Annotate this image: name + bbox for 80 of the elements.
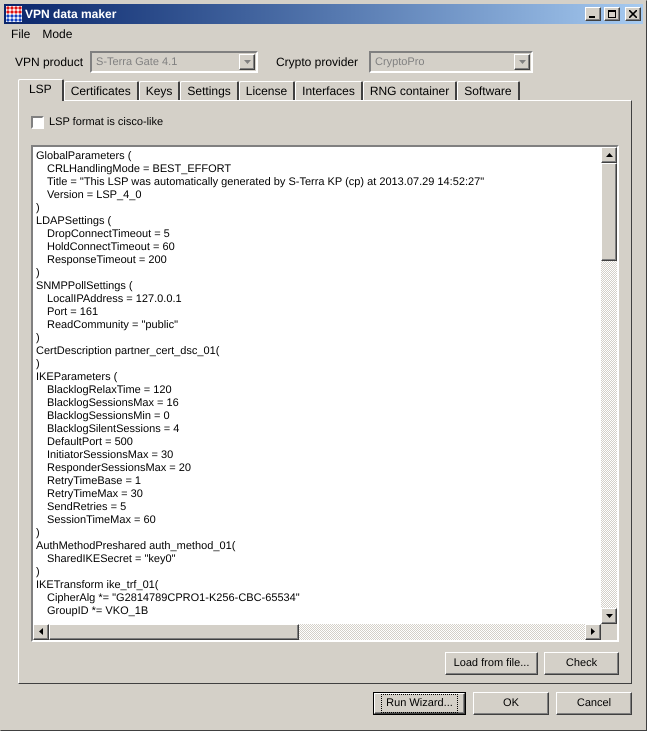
maximize-icon	[608, 10, 616, 18]
lsp-text-area[interactable]	[31, 144, 619, 642]
code-line: Version = LSP_4_0	[46, 188, 142, 202]
code-line: RetryTimeMax = 30	[46, 488, 143, 500]
dialog-button[interactable]: OK	[473, 692, 549, 715]
close-icon	[629, 10, 637, 18]
code-line: SharedIKESecret = "key0"	[46, 552, 176, 566]
code-line: ReadCommunity = "public"	[46, 318, 178, 332]
code-line: DefaultPort = 500	[46, 436, 133, 448]
code-line: )	[36, 358, 40, 370]
scroll-arrow-button[interactable]	[585, 624, 601, 640]
code-line: GlobalParameters (	[36, 150, 132, 162]
code-line: SNMPPollSettings (	[36, 280, 133, 292]
code-line: CRLHandlingMode = BEST_EFFORT	[46, 162, 232, 176]
code-line: BlacklogRelaxTime = 120	[46, 384, 172, 396]
caret-icon	[518, 60, 526, 64]
arrow-left-icon	[39, 628, 43, 635]
dialog-button[interactable]: Load from file...	[445, 652, 538, 674]
code-line: )	[36, 202, 40, 214]
code-line: RetryTimeBase = 1	[46, 474, 142, 488]
code-line: )	[36, 526, 40, 540]
tab[interactable]: LSP	[18, 79, 64, 101]
combo-value: S-Terra Gate 4.1	[95, 54, 178, 70]
code-line: Port = 161	[46, 306, 98, 318]
code-line: BlacklogSilentSessions = 4	[46, 422, 180, 436]
code-line: AuthMethodPreshared auth_method_01(	[36, 540, 236, 552]
dialog-button[interactable]: Check	[544, 652, 619, 674]
code-line: BlacklogSessionsMin = 0	[46, 410, 170, 422]
maximize-button[interactable]	[604, 7, 620, 21]
tab[interactable]: RNG container	[362, 81, 458, 100]
code-line: CertDescription partner_cert_dsc_01(	[36, 344, 220, 358]
tab[interactable]: Software	[457, 81, 520, 100]
combo-value: CryptoPro	[374, 54, 426, 70]
code-line: HoldConnectTimeout = 60	[46, 240, 175, 254]
code-line: BlacklogSessionsMax = 16	[46, 396, 179, 410]
menu-item[interactable]: Mode	[36, 24, 78, 42]
code-line: SendRetries = 5	[46, 500, 126, 514]
arrow-right-icon	[591, 628, 595, 635]
code-line: DropConnectTimeout = 5	[46, 228, 170, 240]
code-line: )	[36, 332, 40, 344]
menu-item[interactable]: File	[5, 24, 36, 42]
checkbox-label: LSP format is cisco-like	[49, 115, 164, 130]
app-icon	[6, 6, 22, 22]
field-label: Crypto provider	[276, 54, 360, 71]
scroll-arrow-button[interactable]	[601, 608, 617, 624]
scrollbar-thumb[interactable]	[49, 624, 299, 640]
horizontal-scrollbar[interactable]	[33, 624, 601, 640]
field-label: VPN product	[15, 54, 84, 71]
arrow-up-icon	[606, 152, 612, 156]
code-line: LocalIPAddress = 127.0.0.1	[46, 292, 182, 306]
code-line: )	[36, 266, 40, 280]
code-line: Title = "This LSP was automatically generated by S-Terra KP (cp) at 2013.07.29 14:52:27"	[46, 176, 484, 188]
code-line: CipherAlg *= "G2814789CPRO1-K256-CBC-65534"	[46, 592, 300, 604]
code-line: )	[36, 566, 40, 578]
scroll-arrow-button[interactable]	[601, 146, 617, 162]
code-line: GroupID *= VKO_1B	[46, 604, 148, 618]
minimize-button[interactable]	[585, 7, 601, 21]
code-line: InitiatorSessionsMax = 30	[46, 448, 174, 462]
arrow-down-icon	[606, 614, 612, 618]
code-line: IKEParameters (	[36, 370, 118, 384]
scrollbar-thumb[interactable]	[601, 162, 617, 260]
code-line: ResponseTimeout = 200	[46, 254, 167, 266]
caret-icon	[244, 60, 250, 64]
tab[interactable]: Certificates	[64, 81, 139, 100]
scrollbar-corner	[601, 624, 617, 640]
code-line: SessionTimeMax = 60	[46, 514, 156, 526]
code-line: LDAPSettings (	[36, 214, 112, 228]
window-title: VPN data maker	[25, 6, 118, 23]
tab[interactable]: License	[238, 81, 296, 100]
tab[interactable]: Settings	[180, 81, 239, 100]
code-line: IKETransform ike_trf_01(	[36, 578, 158, 592]
close-button[interactable]	[625, 7, 641, 21]
vertical-scrollbar[interactable]	[601, 146, 617, 624]
code-line: ResponderSessionsMax = 20	[46, 462, 191, 474]
tab[interactable]: Keys	[138, 81, 180, 100]
checkbox[interactable]	[31, 116, 44, 129]
dialog-button[interactable]: Cancel	[556, 692, 632, 715]
scroll-arrow-button[interactable]	[33, 624, 49, 640]
tab[interactable]: Interfaces	[295, 81, 363, 100]
dialog-button[interactable]: Run Wizard...	[373, 692, 466, 715]
